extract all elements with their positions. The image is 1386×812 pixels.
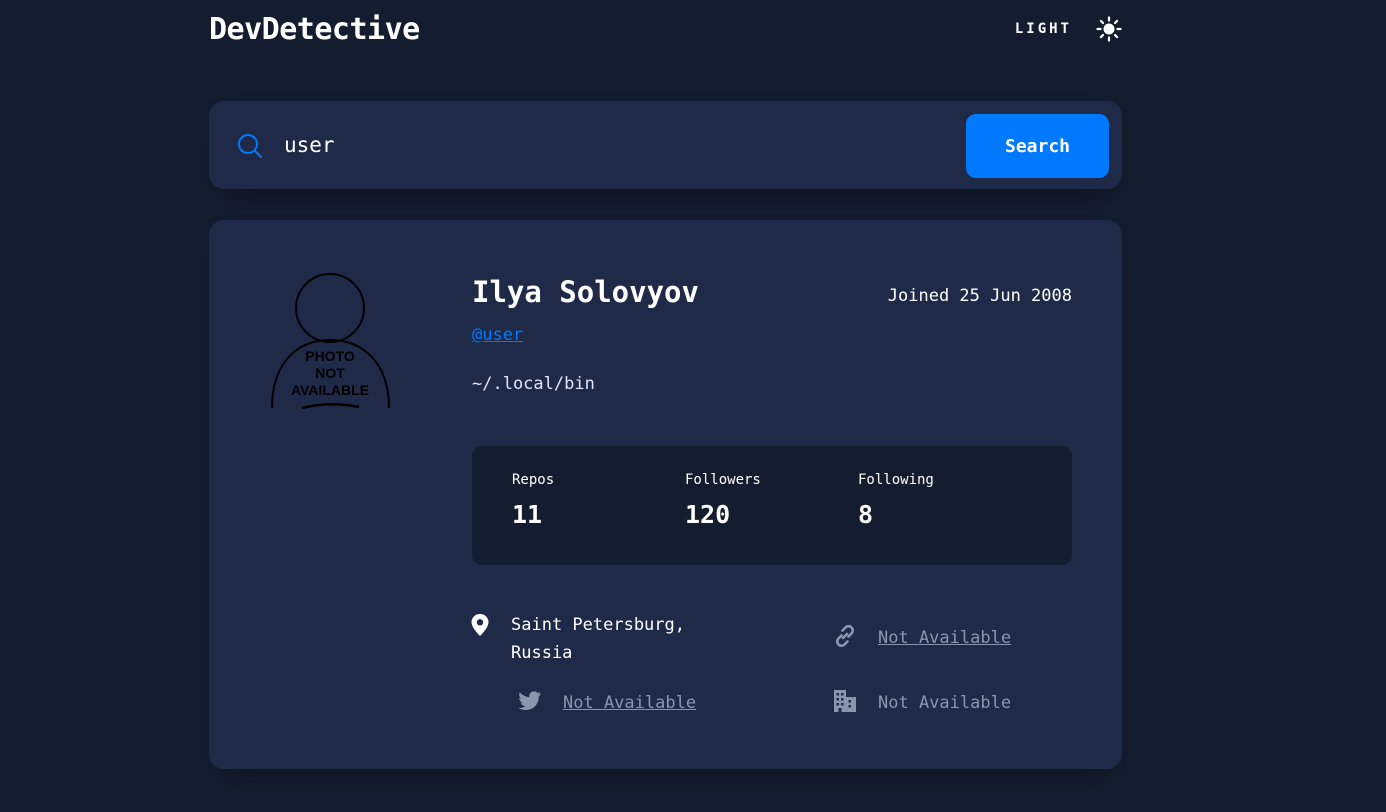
avatar-text-line: NOT <box>315 365 345 381</box>
stat-repos-value: 11 <box>512 500 543 529</box>
theme-toggle-button[interactable]: LIGHT <box>1015 16 1122 42</box>
profile-bio: ~/.local/bin <box>472 374 595 394</box>
profile-login-link[interactable]: @user <box>472 325 523 345</box>
stat-followers: Followers 120 <box>685 472 761 529</box>
avatar-text-line: AVAILABLE <box>291 382 369 398</box>
stat-followers-label: Followers <box>685 472 761 488</box>
location-text: Saint Petersburg, Russia <box>511 615 685 663</box>
twitter-link[interactable]: Not Available <box>563 689 696 717</box>
office-building-icon <box>834 690 856 712</box>
profile-name: Ilya Solovyov <box>472 275 699 309</box>
theme-toggle-label: LIGHT <box>1014 21 1072 37</box>
stat-followers-value: 120 <box>685 500 731 529</box>
header: DevDetective LIGHT <box>209 12 1122 56</box>
blog-link[interactable]: Not Available <box>878 624 1011 652</box>
search-button[interactable]: Search <box>966 114 1109 178</box>
app-logo: DevDetective <box>209 12 420 47</box>
joined-date: Joined 25 Jun 2008 <box>887 286 1072 306</box>
stat-following: Following 8 <box>858 472 934 529</box>
search-icon <box>238 134 262 158</box>
stats-panel: Repos 11 Followers 120 Following 8 <box>472 446 1072 565</box>
stat-following-value: 8 <box>858 500 874 529</box>
search-bar: Search <box>209 101 1122 189</box>
stat-repos-label: Repos <box>512 472 555 488</box>
avatar: PHOTO NOT AVAILABLE <box>271 273 390 410</box>
location-pin-icon <box>471 614 489 636</box>
blog-row: Not Available <box>832 624 1011 652</box>
search-input[interactable] <box>284 123 944 167</box>
twitter-row: Not Available <box>517 689 696 717</box>
company-row: Not Available <box>832 689 1011 717</box>
location-row: Saint Petersburg, Russia <box>469 611 731 667</box>
avatar-text-line: PHOTO <box>305 348 355 364</box>
stat-following-label: Following <box>858 472 934 488</box>
company-text: Not Available <box>878 693 1012 713</box>
link-chain-icon <box>835 624 855 648</box>
stat-repos: Repos 11 <box>512 472 554 529</box>
sun-icon <box>1096 16 1122 42</box>
twitter-icon <box>518 691 541 711</box>
profile-card: PHOTO NOT AVAILABLE Ilya Solovyov Joined… <box>209 220 1122 769</box>
